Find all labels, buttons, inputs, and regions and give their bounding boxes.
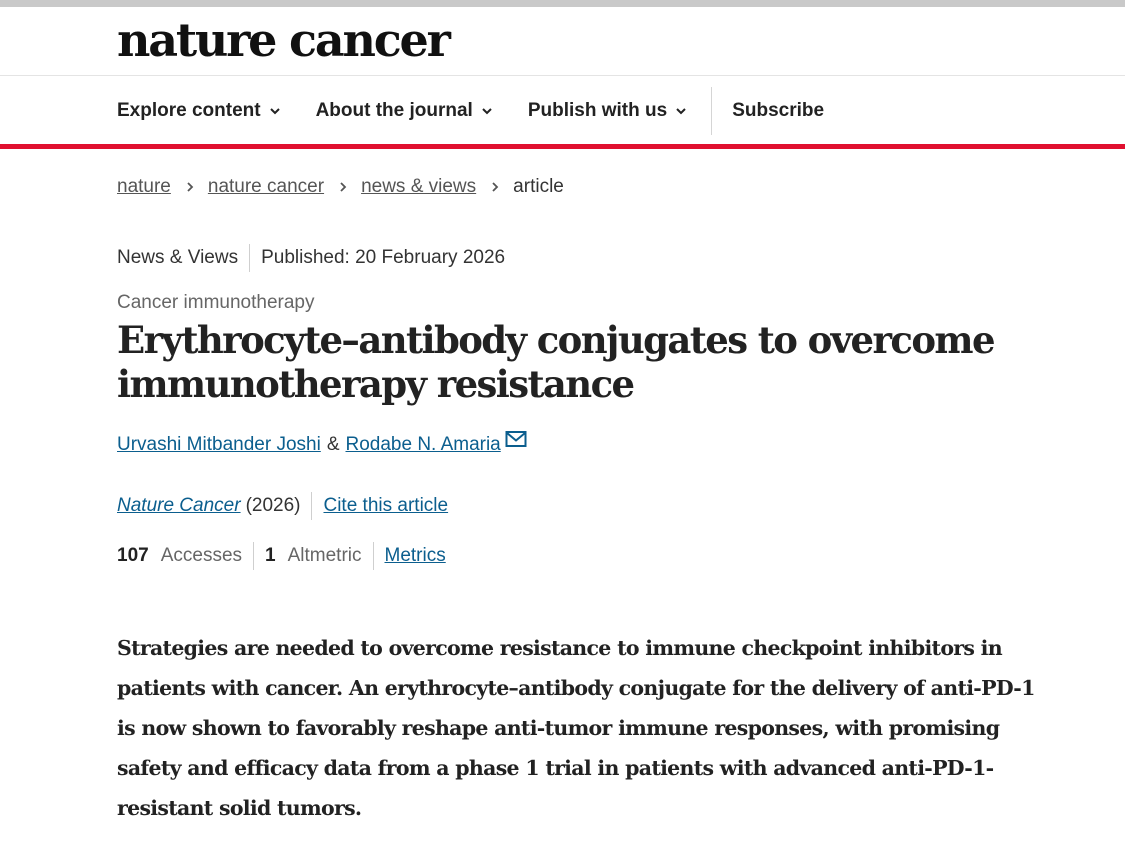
- article-metrics: 107 Accesses 1 Altmetric Metrics: [117, 542, 446, 570]
- chevron-right-icon: [492, 182, 499, 192]
- nav-divider: [711, 87, 713, 135]
- article-title: Erythrocyte–antibody conjugates to overc…: [117, 318, 995, 406]
- metrics-link[interactable]: Metrics: [385, 545, 446, 567]
- nav-explore-content-label: Explore content: [117, 100, 261, 121]
- site-logo[interactable]: nature cancer: [117, 12, 451, 68]
- breadcrumb: nature nature cancer news & views articl…: [117, 176, 564, 198]
- chevron-right-icon: [340, 182, 347, 192]
- breadcrumb-current: article: [513, 176, 564, 197]
- top-gray-bar: [0, 0, 1125, 7]
- altmetric-label: Altmetric: [287, 545, 362, 566]
- chevron-right-icon: [187, 182, 194, 192]
- nav-explore-content[interactable]: Explore content: [117, 100, 281, 122]
- article-type: News & Views: [117, 247, 239, 268]
- breadcrumb-item-nature[interactable]: nature: [117, 176, 171, 198]
- article-standfirst: Strategies are needed to overcome resist…: [117, 636, 1035, 820]
- chevron-down-icon: [676, 108, 686, 115]
- metrics-divider: [372, 542, 374, 570]
- journal-link[interactable]: Nature Cancer: [117, 495, 241, 517]
- cite-article-link[interactable]: Cite this article: [323, 495, 448, 517]
- header-divider: [0, 75, 1125, 76]
- subscribe-label: Subscribe: [732, 100, 825, 121]
- altmetric-count: 1: [265, 545, 276, 566]
- nav-publish-with-us-label: Publish with us: [527, 100, 668, 121]
- subscribe-link[interactable]: Subscribe: [732, 100, 824, 122]
- published-date: Published: 20 February 2026: [261, 247, 506, 268]
- article-subject: Cancer immunotherapy: [117, 292, 315, 313]
- accesses-label: Accesses: [160, 545, 243, 566]
- nav-about-journal-label: About the journal: [315, 100, 473, 121]
- author-list: Urvashi Mitbander Joshi & Rodabe N. Amar…: [117, 431, 527, 456]
- main-nav: Explore content About the journal Publis…: [117, 87, 859, 135]
- author-link[interactable]: Urvashi Mitbander Joshi: [117, 434, 321, 456]
- author-link[interactable]: Rodabe N. Amaria: [346, 434, 501, 456]
- author-separator: &: [326, 434, 340, 455]
- chevron-down-icon: [269, 108, 280, 115]
- nav-about-journal[interactable]: About the journal: [316, 100, 493, 122]
- article-meta: News & Views Published: 20 February 2026: [117, 244, 505, 272]
- breadcrumb-item-nature-cancer[interactable]: nature cancer: [208, 176, 324, 198]
- metrics-divider: [253, 542, 255, 570]
- breadcrumb-item-news-views[interactable]: news & views: [361, 176, 476, 198]
- journal-info: Nature Cancer (2026) Cite this article: [117, 492, 448, 520]
- meta-divider: [249, 244, 251, 272]
- accesses-count: 107: [117, 545, 149, 566]
- mail-icon[interactable]: [505, 430, 527, 448]
- journal-divider: [311, 492, 313, 520]
- publication-year: (2026): [245, 495, 301, 516]
- chevron-down-icon: [482, 108, 492, 115]
- header-red-rule: [0, 144, 1125, 149]
- nav-publish-with-us[interactable]: Publish with us: [528, 100, 687, 122]
